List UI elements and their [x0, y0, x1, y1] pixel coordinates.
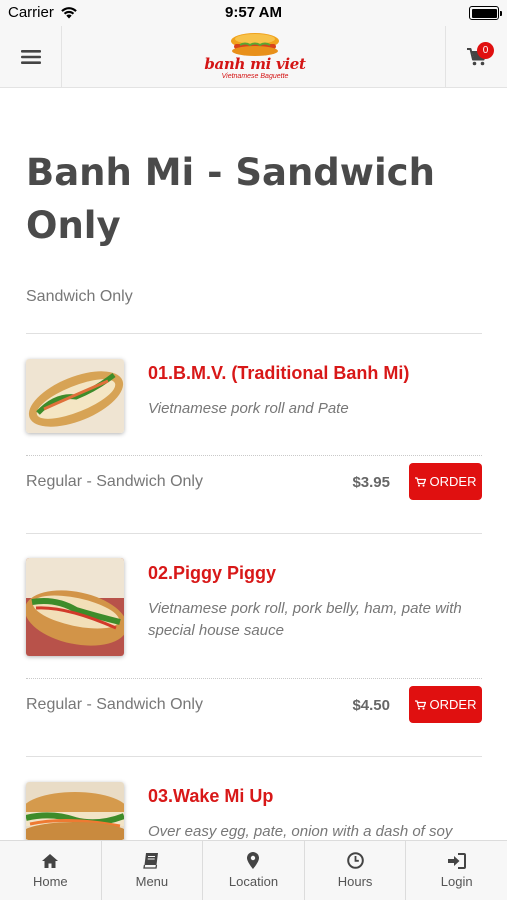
battery-icon — [469, 6, 502, 20]
app-header: banh mi viet Vietnamese Baguette 0 — [0, 26, 507, 88]
item-photo[interactable] — [26, 782, 124, 840]
order-button[interactable]: ORDER — [409, 686, 482, 723]
item-description: Vietnamese pork roll and Pate — [148, 400, 349, 417]
item-variant: Regular - Sandwich Only — [26, 696, 203, 713]
logo-text: banh mi viet — [204, 55, 306, 73]
logo-subtitle: Vietnamese Baguette — [221, 73, 289, 80]
tab-home[interactable]: Home — [0, 841, 102, 900]
status-bar: Carrier 9:57 AM — [0, 0, 507, 26]
order-button-label: ORDER — [429, 474, 477, 489]
book-icon — [143, 853, 159, 869]
banh-mi-photo-icon — [26, 782, 124, 840]
cart-count-badge: 0 — [477, 42, 494, 59]
banh-mi-photo-icon — [26, 558, 124, 656]
item-price: $4.50 — [352, 697, 390, 714]
banh-mi-photo-icon — [26, 359, 124, 433]
tab-label: Home — [32, 873, 68, 889]
status-time: 9:57 AM — [225, 4, 282, 21]
page-title: Banh Mi - Sandwich Only — [26, 151, 435, 247]
menu-category-content: Banh Mi - Sandwich Only Sandwich Only 01… — [0, 88, 507, 840]
item-price: $3.95 — [352, 474, 390, 491]
tab-hours[interactable]: Hours — [305, 841, 407, 900]
tab-location[interactable]: Location — [203, 841, 305, 900]
login-icon — [447, 852, 466, 869]
order-button-label: ORDER — [429, 697, 477, 712]
item-description: Vietnamese pork roll, pork belly, ham, p… — [148, 600, 462, 639]
tab-label: Hours — [337, 874, 373, 889]
page-subtitle: Sandwich Only — [26, 288, 133, 305]
bottom-tab-bar: Home Menu Location Hours Login — [0, 840, 507, 900]
map-pin-icon — [247, 852, 260, 869]
divider — [26, 333, 482, 334]
item-variant: Regular - Sandwich Only — [26, 473, 203, 490]
item-name[interactable]: 02.Piggy Piggy — [148, 563, 276, 584]
divider — [26, 533, 482, 534]
tab-label: Location — [228, 874, 279, 889]
item-description: Over easy egg, pate, onion with a dash o… — [148, 823, 453, 840]
cart-button[interactable]: 0 — [445, 26, 507, 88]
hamburger-menu-button[interactable] — [0, 26, 62, 88]
cart-icon — [414, 476, 426, 487]
hamburger-icon — [20, 50, 41, 64]
cart-icon — [414, 699, 426, 710]
dotted-divider — [26, 455, 482, 456]
order-button[interactable]: ORDER — [409, 463, 482, 500]
dotted-divider — [26, 678, 482, 679]
item-photo[interactable] — [26, 359, 124, 433]
tab-label: Login — [440, 873, 473, 889]
item-name[interactable]: 03.Wake Mi Up — [148, 786, 273, 807]
divider — [26, 756, 482, 757]
tab-login[interactable]: Login — [406, 841, 507, 900]
brand-logo[interactable]: banh mi viet Vietnamese Baguette — [200, 30, 310, 84]
item-name[interactable]: 01.B.M.V. (Traditional Banh Mi) — [148, 363, 409, 384]
item-photo[interactable] — [26, 558, 124, 656]
tab-label: Menu — [135, 874, 169, 889]
tab-menu[interactable]: Menu — [102, 841, 204, 900]
home-icon — [42, 853, 59, 868]
clock-icon — [346, 852, 364, 869]
